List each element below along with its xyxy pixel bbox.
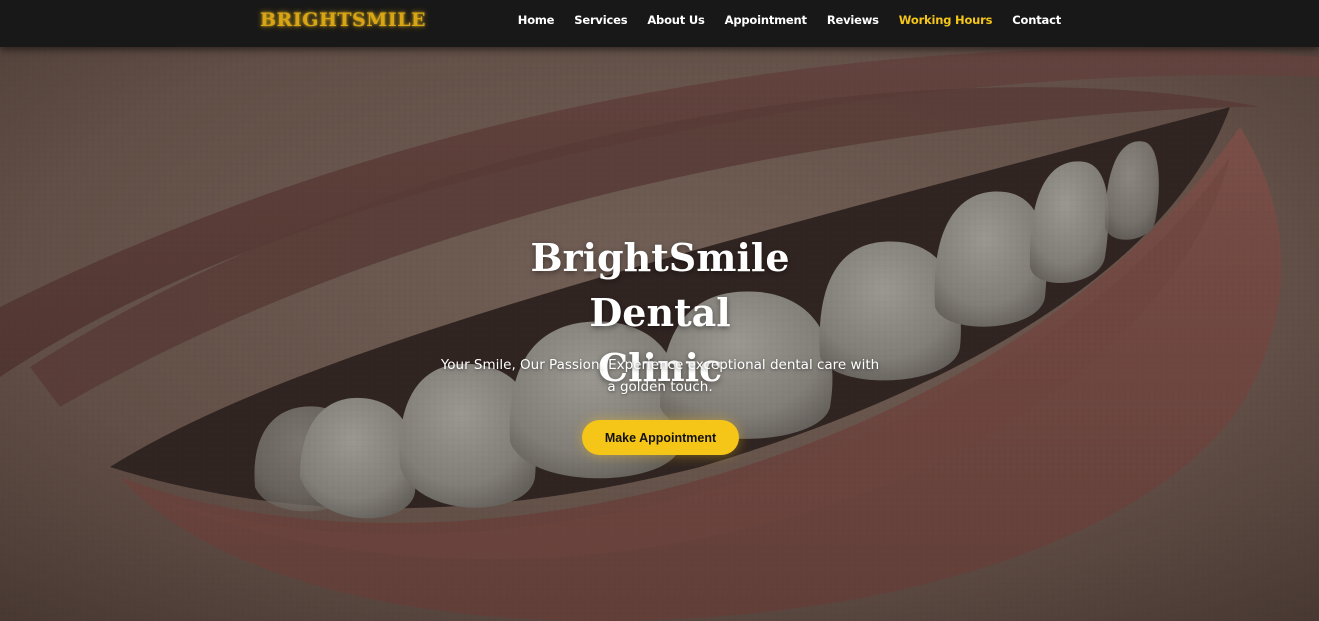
- nav-link-contact[interactable]: Contact: [1012, 13, 1061, 27]
- make-appointment-button[interactable]: Make Appointment: [582, 420, 739, 455]
- top-navbar: BRIGHTSMILE Home Services About Us Appoi…: [0, 0, 1319, 47]
- hero-subtitle-line2: a golden touch.: [607, 379, 713, 395]
- hero-subtitle-line1: Your Smile, Our Passion. Experience exce…: [440, 357, 880, 373]
- nav-link-appointment[interactable]: Appointment: [725, 13, 807, 27]
- hero-subtitle: Your Smile, Our Passion. Experience exce…: [430, 354, 890, 398]
- hero-section: BrightSmile Dental Clinic Your Smile, Ou…: [0, 47, 1319, 621]
- nav-link-reviews[interactable]: Reviews: [827, 13, 879, 27]
- nav-link-home[interactable]: Home: [518, 13, 555, 27]
- nav-link-working-hours[interactable]: Working Hours: [899, 13, 993, 27]
- nav-link-services[interactable]: Services: [574, 13, 627, 27]
- brand-logo[interactable]: BRIGHTSMILE: [260, 9, 426, 31]
- nav-link-about-us[interactable]: About Us: [647, 13, 705, 27]
- hero-title-line1: BrightSmile Dental: [530, 235, 790, 335]
- main-nav: Home Services About Us Appointment Revie…: [518, 0, 1061, 40]
